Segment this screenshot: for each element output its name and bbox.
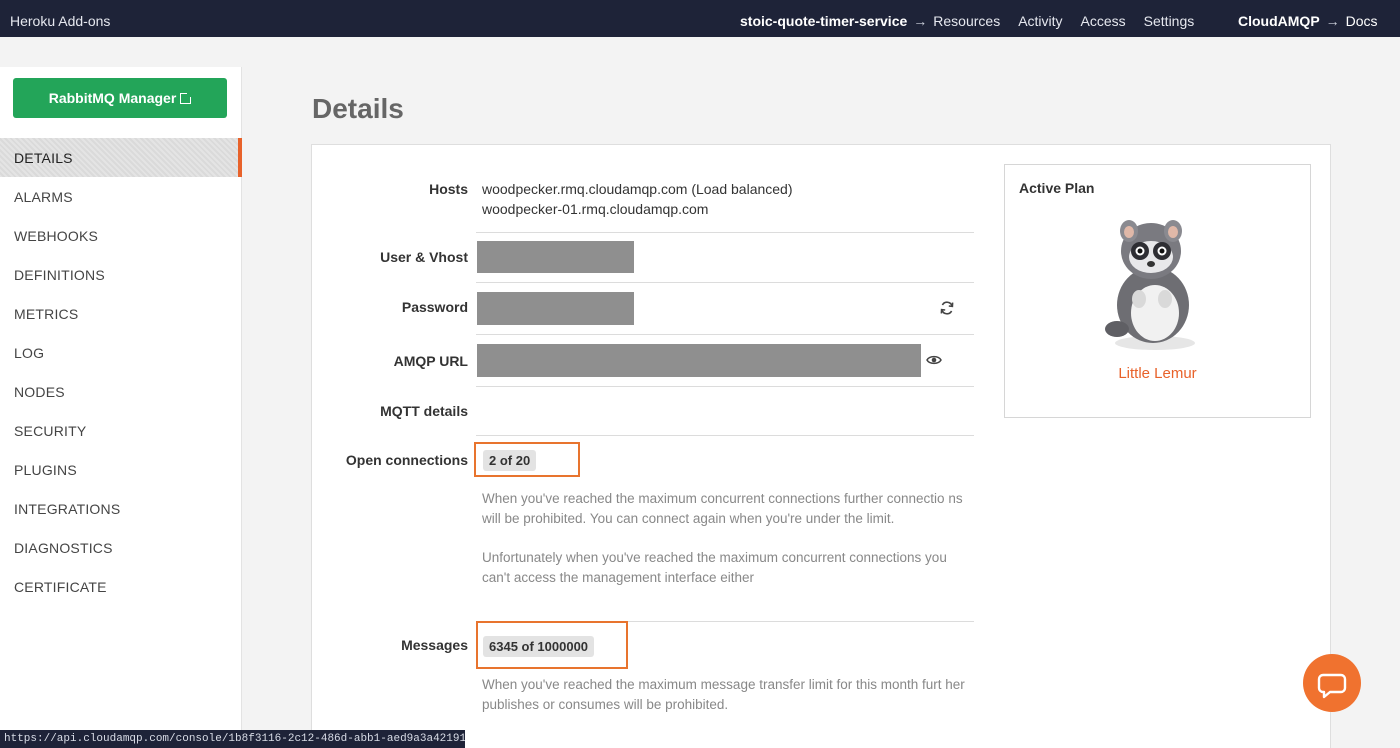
messages-help-text: When you've reached the maximum message … <box>482 677 965 712</box>
link-preview-statusbar: https://api.cloudamqp.com/console/1b8f31… <box>0 730 465 748</box>
divider <box>476 334 974 335</box>
hosts-label: Hosts <box>429 181 468 197</box>
divider <box>476 435 974 436</box>
sidebar-item-diagnostics[interactable]: DIAGNOSTICS <box>0 528 242 567</box>
sidebar-item-security[interactable]: SECURITY <box>0 411 242 450</box>
amqp-url-label: AMQP URL <box>393 353 468 369</box>
rabbitmq-manager-button[interactable]: RabbitMQ Manager <box>13 78 227 118</box>
app-name-link[interactable]: stoic-quote-timer-service <box>740 13 907 29</box>
user-vhost-redacted-value <box>477 241 634 273</box>
sidebar-item-plugins[interactable]: PLUGINS <box>0 450 242 489</box>
divider <box>476 282 974 283</box>
nav-resources[interactable]: Resources <box>933 13 1000 29</box>
refresh-icon[interactable] <box>939 300 955 316</box>
sidebar-item-metrics[interactable]: METRICS <box>0 294 242 333</box>
top-navigation-bar: Heroku Add-ons stoic-quote-timer-service… <box>0 0 1400 37</box>
plan-name: Little Lemur <box>1118 365 1197 382</box>
mqtt-details-label[interactable]: MQTT details <box>308 403 468 419</box>
sidebar-item-webhooks[interactable]: WEBHOOKS <box>0 216 242 255</box>
sidebar-item-certificate[interactable]: CERTIFICATE <box>0 567 242 606</box>
docs-link[interactable]: Docs <box>1346 13 1378 29</box>
divider <box>476 386 974 387</box>
eye-icon[interactable] <box>926 352 942 368</box>
nav-activity[interactable]: Activity <box>1018 13 1062 29</box>
app-breadcrumb: stoic-quote-timer-service → Resources Ac… <box>740 13 1212 29</box>
password-redacted-value <box>477 292 634 325</box>
page-title: Details <box>312 93 404 124</box>
chat-bubble-icon <box>1317 673 1347 699</box>
sidebar-item-definitions[interactable]: DEFINITIONS <box>0 255 242 294</box>
user-vhost-label: User & Vhost <box>380 249 468 265</box>
open-connections-label: Open connections <box>345 452 468 468</box>
divider <box>476 232 974 233</box>
connections-help-text: When you've reached the maximum concurre… <box>482 491 963 526</box>
open-connections-badge: 2 of 20 <box>483 450 537 471</box>
host-secondary: woodpecker-01.rmq.cloudamqp.com <box>482 201 709 217</box>
password-label: Password <box>401 299 468 315</box>
sidebar-item-log[interactable]: LOG <box>0 333 242 372</box>
active-plan-card: Active Plan Little Lemur <box>1004 164 1311 418</box>
breadcrumb-arrow-icon: → <box>1325 13 1340 29</box>
messages-badge: 6345 of 1000000 <box>483 636 595 657</box>
sidebar-item-details[interactable]: DETAILS <box>0 138 242 177</box>
rabbitmq-manager-label: RabbitMQ Manager <box>48 90 177 106</box>
brand-link[interactable]: Heroku Add-ons <box>10 13 110 29</box>
sidebar-menu: DETAILS ALARMS WEBHOOKS DEFINITIONS METR… <box>0 138 242 606</box>
service-breadcrumb: CloudAMQP → Docs <box>1238 13 1378 29</box>
nav-access[interactable]: Access <box>1081 13 1126 29</box>
active-plan-title: Active Plan <box>1019 180 1095 196</box>
sidebar-item-integrations[interactable]: INTEGRATIONS <box>0 489 242 528</box>
nav-settings[interactable]: Settings <box>1144 13 1195 29</box>
breadcrumb-arrow-icon: → <box>913 13 928 29</box>
lemur-mascot-icon <box>1105 220 1195 350</box>
messages-label: Messages <box>401 637 468 653</box>
sidebar: RabbitMQ Manager DETAILS ALARMS WEBHOOKS… <box>0 67 242 748</box>
external-link-icon <box>180 91 193 104</box>
sidebar-item-alarms[interactable]: ALARMS <box>0 177 242 216</box>
amqp-url-redacted-value <box>477 344 921 377</box>
chat-support-button[interactable] <box>1303 654 1361 712</box>
host-primary: woodpecker.rmq.cloudamqp.com (Load balan… <box>482 181 793 197</box>
sidebar-item-nodes[interactable]: NODES <box>0 372 242 411</box>
service-name-link[interactable]: CloudAMQP <box>1238 13 1320 29</box>
connections-management-help-text: Unfortunately when you've reached the ma… <box>482 550 947 585</box>
